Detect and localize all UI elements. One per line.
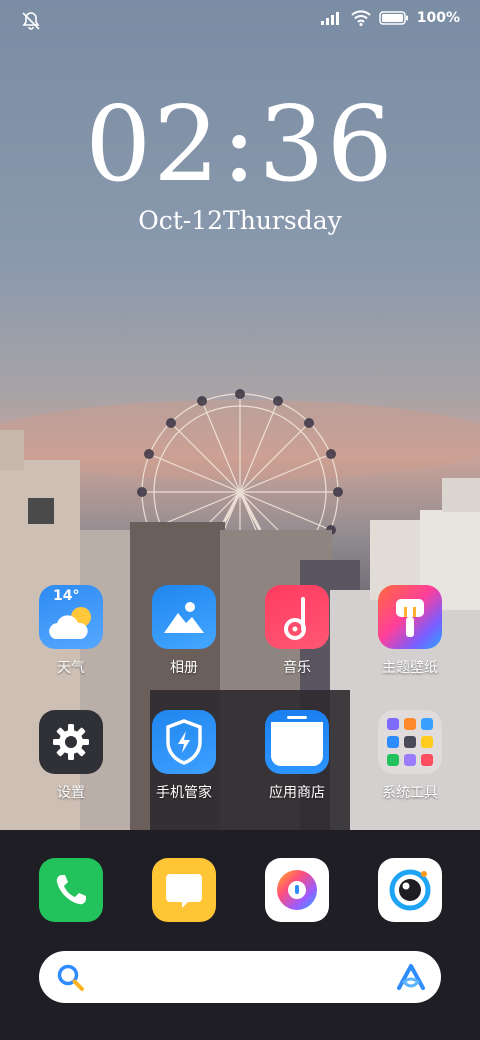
search-bar[interactable] (39, 951, 441, 1003)
gallery-icon (152, 585, 216, 649)
app-store[interactable]: 应用商店 (241, 710, 353, 802)
app-music[interactable]: 音乐 (241, 585, 353, 677)
clock-date[interactable]: Oct-12Thursday (0, 206, 480, 235)
themes-icon (378, 585, 442, 649)
app-gallery[interactable]: 相册 (128, 585, 240, 677)
weather-icon: 14° (39, 585, 103, 649)
app-themes[interactable]: 主题壁纸 (354, 585, 466, 677)
ferris-wheel (141, 393, 339, 591)
bell-muted-icon (22, 12, 40, 30)
app-security[interactable]: 手机管家 (128, 710, 240, 802)
security-icon (152, 710, 216, 774)
settings-icon (39, 710, 103, 774)
app-label: 手机管家 (156, 785, 212, 801)
app-label: 音乐 (283, 660, 311, 676)
status-bar: 100% (0, 0, 480, 40)
music-icon (265, 585, 329, 649)
battery-icon (378, 11, 408, 25)
app-label: 天气 (57, 660, 85, 676)
app-label: 应用商店 (269, 785, 325, 801)
app-label: 系统工具 (382, 785, 438, 801)
wifi-icon (351, 10, 371, 26)
camera-icon[interactable] (378, 858, 442, 922)
app-weather[interactable]: 14° 天气 (15, 585, 127, 677)
app-store-icon (265, 710, 329, 774)
messages-icon[interactable] (152, 858, 216, 922)
status-icons: 100% (320, 10, 460, 26)
battery-percent: 100% (416, 10, 460, 26)
app-settings[interactable]: 设置 (15, 710, 127, 802)
search-icon[interactable] (56, 963, 86, 993)
app-label: 相册 (170, 660, 198, 676)
app-label: 主题壁纸 (382, 660, 438, 676)
system-tools-folder-icon (378, 710, 442, 774)
browser-icon[interactable] (265, 858, 329, 922)
signal-icon (320, 12, 339, 25)
phone-icon[interactable] (39, 858, 103, 922)
app-label: 设置 (57, 785, 85, 801)
clock-time[interactable]: 02:36 (0, 92, 480, 196)
folder-system-tools[interactable]: 系统工具 (354, 710, 466, 802)
assistant-icon[interactable] (395, 962, 427, 992)
